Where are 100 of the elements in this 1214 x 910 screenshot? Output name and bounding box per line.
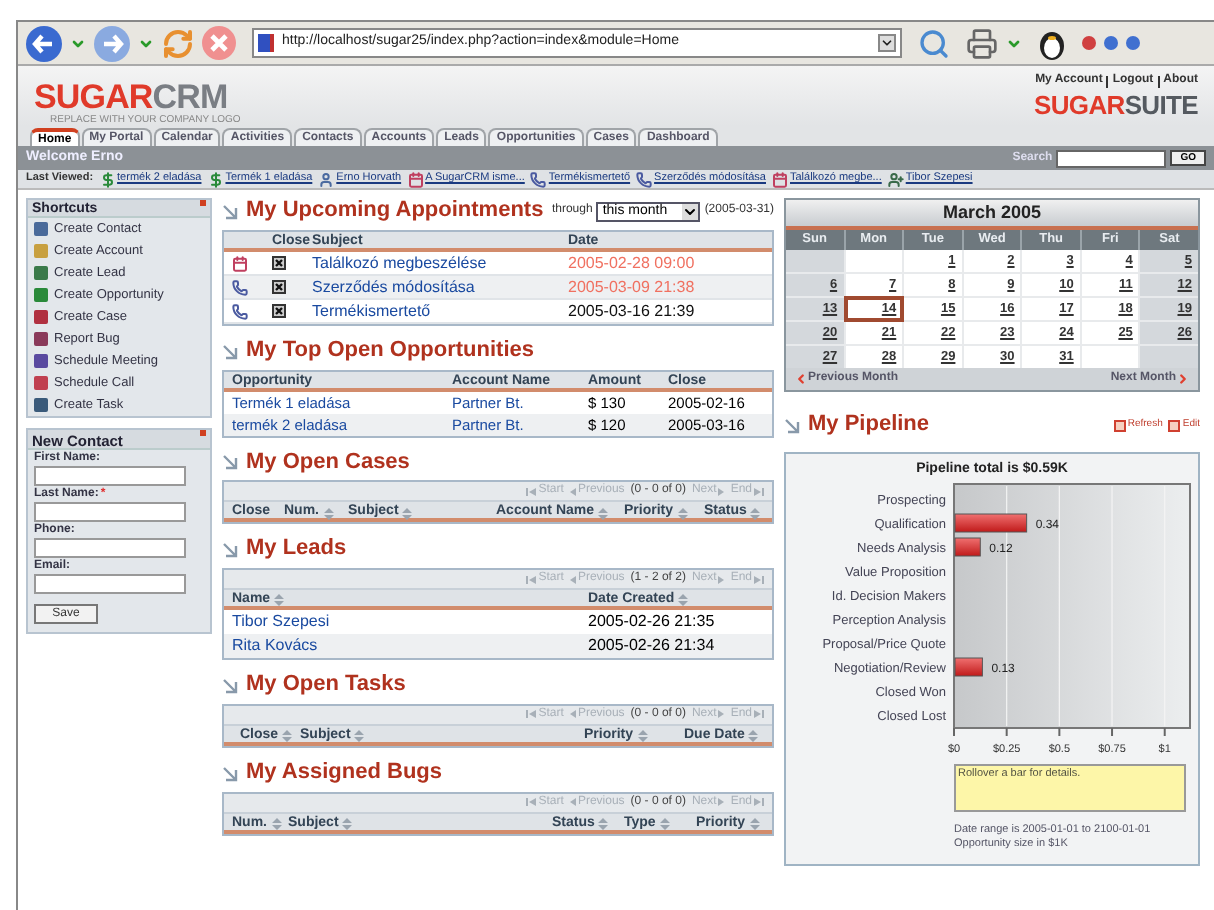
printer-icon[interactable] [966,27,998,59]
sort-icon[interactable] [749,817,760,830]
section-title: My Top Open Opportunities [246,337,535,365]
phone-icon [636,171,653,187]
sort-icon[interactable] [677,507,688,519]
corner-arrow-icon [222,203,238,220]
search-icon[interactable] [918,27,950,59]
stop-button[interactable] [202,26,236,60]
dropdown-arrow-icon[interactable] [682,203,699,220]
input-field[interactable] [34,502,186,522]
product-logo: SUGARSUITE [1034,90,1198,123]
phone-icon [232,303,248,320]
sort-icon[interactable] [637,730,648,742]
last-page-icon [754,798,764,806]
sort-icon[interactable] [748,730,759,742]
pipeline-bar[interactable] [954,538,981,557]
sort-icon[interactable] [659,817,670,830]
sort-icon[interactable] [354,730,365,742]
back-button[interactable] [26,25,62,61]
appointment-date: 2005-02-28 09:00 [568,251,697,276]
appointment-link[interactable]: Szerződés módosítása [312,275,568,300]
corner-arrow-icon [222,454,238,471]
table-cell-text: 2005-02-26 21:35 [588,610,717,634]
dollar-icon [99,171,116,187]
dropdown-arrow-icon[interactable] [878,34,896,52]
corner-arrow-icon [222,677,238,694]
first-page-icon [526,798,537,806]
previous-page-icon [569,798,576,806]
calendar-icon [232,255,248,272]
lead-link[interactable]: Rita Kovács [232,634,588,658]
section-title: My Open Cases [246,449,410,477]
delete-icon[interactable] [272,256,286,271]
window-info-icon[interactable] [1126,36,1140,50]
previous-page-icon [569,710,576,719]
dollar-icon [207,171,224,187]
corner-arrow-icon [222,542,238,559]
pipeline-bar[interactable] [954,514,1028,533]
sort-icon[interactable] [323,507,333,519]
previous-page-icon [569,575,576,583]
section-title: My Assigned Bugs [246,759,442,787]
caret-left-icon [794,372,808,386]
appointment-link[interactable]: Termékismertető [312,299,568,324]
penguin-icon[interactable] [1038,27,1066,59]
window-help-icon[interactable] [1104,36,1118,50]
section-title: My Upcoming Appointments [246,198,544,226]
first-page-icon [526,575,537,583]
calendar-title: March 2005 [942,199,1042,226]
sort-icon[interactable] [271,817,281,830]
sort-icon[interactable] [274,594,285,607]
first-page-icon [526,710,537,719]
sort-icon[interactable] [342,817,353,830]
sort-icon[interactable] [282,730,293,742]
person-icon [887,171,904,187]
sort-icon[interactable] [678,594,689,607]
input-field[interactable] [34,466,186,486]
window-close-icon[interactable] [1082,36,1096,50]
delete-icon[interactable] [272,280,286,295]
next-page-icon [718,798,725,806]
appointment-date: 2005-03-09 21:38 [568,275,697,300]
next-page-icon [718,575,725,583]
sort-icon[interactable] [750,507,761,519]
sort-icon[interactable] [598,817,609,830]
dropdown-icon[interactable] [70,35,86,51]
square-icon [1168,419,1181,432]
calendar-icon [407,171,424,187]
search-field[interactable] [1056,149,1167,167]
corner-flag-icon [200,200,206,206]
corner-arrow-icon [222,765,238,782]
previous-page-icon [569,487,576,496]
input-field[interactable] [34,574,186,594]
section-title: My Pipeline [808,412,930,440]
sort-icon[interactable] [598,507,609,519]
corner-arrow-icon [222,343,238,360]
first-page-icon [526,487,537,496]
square-icon [1113,419,1126,432]
phone-icon [232,279,248,296]
last-page-icon [754,487,764,496]
dropdown-icon[interactable] [138,35,154,51]
forward-button[interactable] [94,25,130,61]
dropdown-icon[interactable] [1006,35,1022,51]
corner-flag-icon [200,430,206,436]
page-icon [258,34,274,52]
sort-icon[interactable] [402,507,413,519]
reload-icon[interactable] [162,27,194,59]
input-field[interactable] [34,538,186,558]
next-page-icon [718,710,725,719]
section-title: My Open Tasks [246,672,406,700]
logo: SUGARCRM [34,80,228,114]
last-page-icon [754,710,764,719]
delete-icon[interactable] [272,304,286,319]
corner-arrow-icon [784,417,800,434]
lead-link[interactable]: Tibor Szepesi [232,610,588,634]
table-cell-text: 2005-02-26 21:34 [588,634,717,658]
pipeline-bar[interactable] [954,658,983,677]
appointment-link[interactable]: Találkozó megbeszélése [312,251,568,276]
next-page-icon [718,487,725,496]
phone-icon [530,171,547,187]
section-title: My Leads [246,536,347,564]
calendar-icon [772,171,788,187]
person-icon [318,171,335,187]
